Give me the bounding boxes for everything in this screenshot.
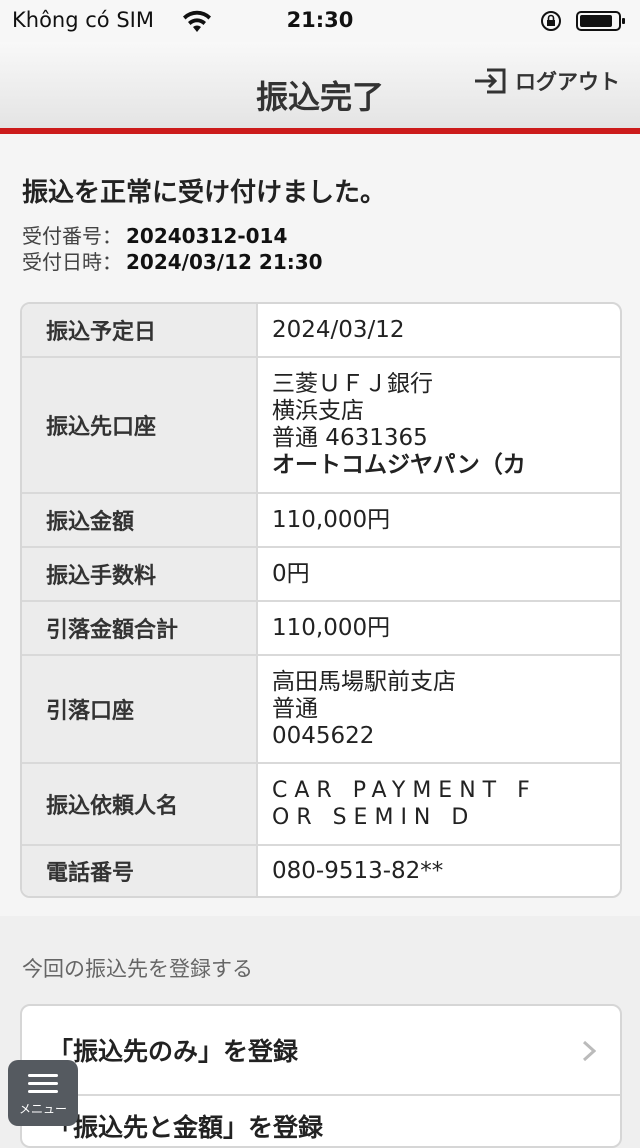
total: 110,000円 xyxy=(272,614,391,641)
row-fee: 振込手数料 0円 xyxy=(22,546,620,600)
status-bar: Không có SIM 21:30 xyxy=(0,0,640,42)
destination-account-value: 三菱ＵＦＪ銀行 横浜支店 普通 4631365 オートコムジヤパン（カ xyxy=(258,358,620,492)
main-content: 振込を正常に受け付けました。 受付番号： 20240312-014 受付日時： 20… xyxy=(0,134,640,916)
destination-account-name: オートコムジヤパン（カ xyxy=(272,452,526,478)
fee: 0円 xyxy=(272,560,310,587)
logout-button[interactable]: ログアウト xyxy=(473,66,620,96)
receipt-datetime: 2024/03/12 21:30 xyxy=(126,250,323,274)
row-destination-account: 振込先口座 三菱ＵＦＪ銀行 横浜支店 普通 4631365 オートコムジヤパン（… xyxy=(22,356,620,492)
amount-label: 振込金額 xyxy=(22,494,258,546)
receipt-number: 20240312-014 xyxy=(126,224,288,248)
fee-value: 0円 xyxy=(258,548,620,600)
total-label: 引落金額合計 xyxy=(22,602,258,654)
debit-branch: 高田馬場駅前支店 xyxy=(272,668,456,695)
amount: 110,000円 xyxy=(272,506,391,533)
amount-value: 110,000円 xyxy=(258,494,620,546)
row-total: 引落金額合計 110,000円 xyxy=(22,600,620,654)
requester-name-line2: OR SEMIN D xyxy=(272,805,476,830)
receipt-number-row: 受付番号： 20240312-014 xyxy=(22,220,287,249)
destination-branch: 横浜支店 xyxy=(272,398,364,424)
debit-type: 普通 xyxy=(272,695,318,722)
hamburger-icon xyxy=(28,1069,58,1098)
phone-value: 080-9513-82** xyxy=(258,846,620,896)
register-options: 「振込先のみ」を登録 「振込先と金額」を登録 xyxy=(20,1004,622,1148)
row-amount: 振込金額 110,000円 xyxy=(22,492,620,546)
register-destination-only-label: 「振込先のみ」を登録 xyxy=(48,1037,299,1066)
register-destination-only-button[interactable]: 「振込先のみ」を登録 xyxy=(22,1006,620,1096)
menu-label: メニュー xyxy=(18,1102,67,1116)
total-value: 110,000円 xyxy=(258,602,620,654)
rotation-lock-icon xyxy=(541,11,561,31)
phone-number: 080-9513-82** xyxy=(272,857,444,884)
requester-value: CAR PAYMENT F OR SEMIN D xyxy=(258,764,620,844)
register-section-title: 今回の振込先を登録する xyxy=(22,957,253,981)
row-debit-account: 引落口座 高田馬場駅前支店 普通 0045622 xyxy=(22,654,620,762)
scheduled-date: 2024/03/12 xyxy=(272,316,405,343)
row-requester: 振込依頼人名 CAR PAYMENT F OR SEMIN D xyxy=(22,762,620,844)
scheduled-date-value: 2024/03/12 xyxy=(258,304,620,356)
requester-label: 振込依頼人名 xyxy=(22,764,258,844)
scheduled-date-label: 振込予定日 xyxy=(22,304,258,356)
battery-icon xyxy=(576,11,625,31)
debit-account-label: 引落口座 xyxy=(22,656,258,762)
logout-label: ログアウト xyxy=(515,70,620,94)
phone-label: 電話番号 xyxy=(22,846,258,896)
destination-account-label: 振込先口座 xyxy=(22,358,258,492)
destination-bank: 三菱ＵＦＪ銀行 xyxy=(272,371,433,397)
fee-label: 振込手数料 xyxy=(22,548,258,600)
completion-message: 振込を正常に受け付けました。 xyxy=(22,178,387,208)
receipt-datetime-label: 受付日時： xyxy=(22,250,122,274)
destination-account-number: 普通 4631365 xyxy=(272,425,428,451)
debit-account-value: 高田馬場駅前支店 普通 0045622 xyxy=(258,656,620,762)
row-phone: 電話番号 080-9513-82** xyxy=(22,844,620,896)
requester-name-line1: CAR PAYMENT F xyxy=(272,778,537,803)
register-destination-and-amount-button[interactable]: 「振込先と金額」を登録 xyxy=(22,1096,620,1146)
transfer-detail-table: 振込予定日 2024/03/12 振込先口座 三菱ＵＦＪ銀行 横浜支店 普通 4… xyxy=(20,302,622,898)
register-destination-and-amount-label: 「振込先と金額」を登録 xyxy=(48,1113,324,1142)
menu-button[interactable]: メニュー xyxy=(8,1060,78,1126)
receipt-number-label: 受付番号： xyxy=(22,224,122,248)
logout-icon xyxy=(475,68,506,94)
debit-number: 0045622 xyxy=(272,722,375,749)
header-bar: 振込完了 ログアウト xyxy=(0,42,640,134)
receipt-datetime-row: 受付日時： 2024/03/12 21:30 xyxy=(22,246,323,275)
chevron-right-icon xyxy=(582,1040,596,1062)
row-scheduled-date: 振込予定日 2024/03/12 xyxy=(22,304,620,356)
